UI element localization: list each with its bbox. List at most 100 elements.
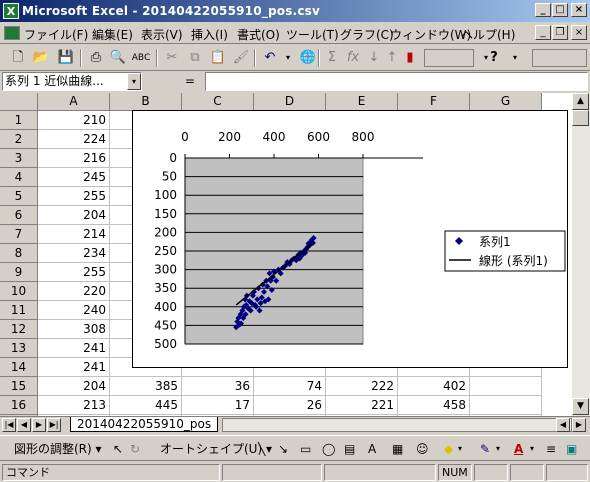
zoom-dropdown[interactable] (424, 49, 474, 67)
save-icon[interactable]: 💾 (56, 48, 76, 68)
arrow-icon[interactable]: ↘ (278, 440, 288, 458)
font-color-icon[interactable]: A (514, 440, 523, 458)
row-header[interactable]: 9 (0, 263, 38, 282)
table-cell[interactable]: 245 (38, 168, 110, 187)
row-header[interactable]: 8 (0, 244, 38, 263)
table-cell[interactable] (470, 377, 542, 396)
row-header[interactable]: 7 (0, 225, 38, 244)
sort-asc-icon[interactable]: ↓ (364, 48, 384, 68)
menu-chart[interactable]: グラフ(C) (340, 26, 394, 43)
column-header-g[interactable]: G (470, 93, 542, 111)
column-header-b[interactable]: B (110, 93, 182, 111)
ellipse-icon[interactable]: ◯ (322, 440, 335, 458)
line-color-icon[interactable]: ✎ (480, 440, 490, 458)
table-cell[interactable]: 17 (182, 396, 254, 415)
table-cell[interactable]: 74 (254, 377, 326, 396)
doc-close-button[interactable]: × (571, 25, 587, 40)
horizontal-scrollbar[interactable] (222, 418, 572, 432)
sort-desc-icon[interactable]: ↑ (382, 48, 402, 68)
spelling-icon[interactable]: ABC (131, 48, 151, 68)
row-header[interactable]: 3 (0, 149, 38, 168)
table-cell[interactable]: 210 (38, 111, 110, 130)
rectangle-icon[interactable]: ▭ (300, 440, 311, 458)
open-icon[interactable]: 📂 (31, 48, 51, 68)
doc-minimize-button[interactable]: _ (535, 25, 551, 40)
table-cell[interactable]: 402 (398, 377, 470, 396)
scroll-right-icon[interactable]: ▶ (572, 418, 586, 432)
fill-color-dropdown-icon[interactable]: ▾ (458, 440, 462, 458)
row-header[interactable]: 13 (0, 339, 38, 358)
scroll-up-icon[interactable]: ▲ (572, 93, 589, 110)
minimize-button[interactable]: _ (535, 3, 551, 17)
table-cell[interactable] (470, 396, 542, 415)
print-preview-icon[interactable]: 🔍 (108, 48, 128, 68)
table-cell[interactable]: 214 (38, 225, 110, 244)
menu-format[interactable]: 書式(O) (237, 26, 280, 43)
help-icon[interactable]: ? (484, 48, 504, 68)
menu-view[interactable]: 表示(V) (141, 26, 183, 43)
row-header[interactable]: 2 (0, 130, 38, 149)
undo-dropdown-icon[interactable]: ▾ (278, 48, 298, 68)
select-all-corner[interactable] (0, 93, 38, 111)
rotate-icon[interactable]: ↻ (130, 440, 140, 458)
undo-icon[interactable]: ↶ (260, 48, 280, 68)
row-header[interactable]: 14 (0, 358, 38, 377)
line-color-dropdown-icon[interactable]: ▾ (496, 440, 500, 458)
first-sheet-icon[interactable]: |◀ (2, 418, 16, 432)
line-style-icon[interactable]: ≡ (546, 440, 556, 458)
table-cell[interactable]: 241 (38, 339, 110, 358)
font-color-dropdown-icon[interactable]: ▾ (530, 440, 534, 458)
menu-tools[interactable]: ツール(T) (286, 26, 339, 43)
maximize-button[interactable]: □ (552, 3, 568, 17)
row-header[interactable]: 10 (0, 282, 38, 301)
select-objects-icon[interactable]: ↖ (113, 440, 123, 458)
table-cell[interactable]: 255 (38, 263, 110, 282)
column-header-d[interactable]: D (254, 93, 326, 111)
table-cell[interactable]: 224 (38, 130, 110, 149)
table-cell[interactable]: 458 (398, 396, 470, 415)
name-box-dropdown-icon[interactable]: ▾ (127, 73, 141, 90)
table-cell[interactable]: 222 (326, 377, 398, 396)
table-cell[interactable]: 36 (182, 377, 254, 396)
print-icon[interactable]: ⎙ (86, 48, 106, 68)
column-header-a[interactable]: A (38, 93, 110, 111)
autosum-icon[interactable]: Σ (322, 48, 342, 68)
row-header[interactable]: 16 (0, 396, 38, 415)
menu-insert[interactable]: 挿入(I) (191, 26, 228, 43)
table-cell[interactable]: 255 (38, 187, 110, 206)
function-icon[interactable]: fx (343, 48, 363, 68)
row-header[interactable]: 15 (0, 377, 38, 396)
paste-icon[interactable]: 📋 (208, 48, 228, 68)
prev-sheet-icon[interactable]: ◀ (17, 418, 31, 432)
column-header-f[interactable]: F (398, 93, 470, 111)
menu-window[interactable]: ウィンドウ(W) (390, 26, 471, 43)
row-header[interactable]: 5 (0, 187, 38, 206)
column-header-c[interactable]: C (182, 93, 254, 111)
menu-file[interactable]: ファイル(F) (24, 26, 88, 43)
table-cell[interactable]: 240 (38, 301, 110, 320)
3d-icon[interactable]: ▣ (566, 440, 577, 458)
wordart-icon[interactable]: A (368, 440, 376, 458)
textbox-icon[interactable]: ▤ (344, 440, 355, 458)
scroll-down-icon[interactable]: ▼ (572, 398, 589, 415)
clipart-icon[interactable]: ☺ (416, 440, 429, 458)
help-dropdown-icon[interactable]: ▾ (505, 48, 525, 68)
last-sheet-icon[interactable]: ▶| (47, 418, 61, 432)
line-icon[interactable]: ╲ (258, 440, 265, 458)
table-cell[interactable]: 216 (38, 149, 110, 168)
menu-edit[interactable]: 編集(E) (92, 26, 133, 43)
cut-icon[interactable]: ✂ (162, 48, 182, 68)
hyperlink-icon[interactable]: 🌐 (298, 48, 318, 68)
formula-input[interactable] (205, 72, 588, 91)
fill-color-icon[interactable]: ◆ (444, 440, 453, 458)
table-cell[interactable]: 241 (38, 358, 110, 377)
row-header[interactable]: 1 (0, 111, 38, 130)
chart-object[interactable]: 0 50 100 150 200 250 300 350 400 450 500 0 200 400 600… (132, 110, 568, 368)
table-cell[interactable]: 445 (110, 396, 182, 415)
next-sheet-icon[interactable]: ▶ (32, 418, 46, 432)
table-cell[interactable]: 220 (38, 282, 110, 301)
row-header[interactable]: 6 (0, 206, 38, 225)
format-painter-icon[interactable]: 🖌 (231, 48, 251, 68)
scroll-thumb[interactable] (572, 110, 589, 126)
name-box[interactable]: 系列 1 近似曲線... (2, 72, 142, 91)
